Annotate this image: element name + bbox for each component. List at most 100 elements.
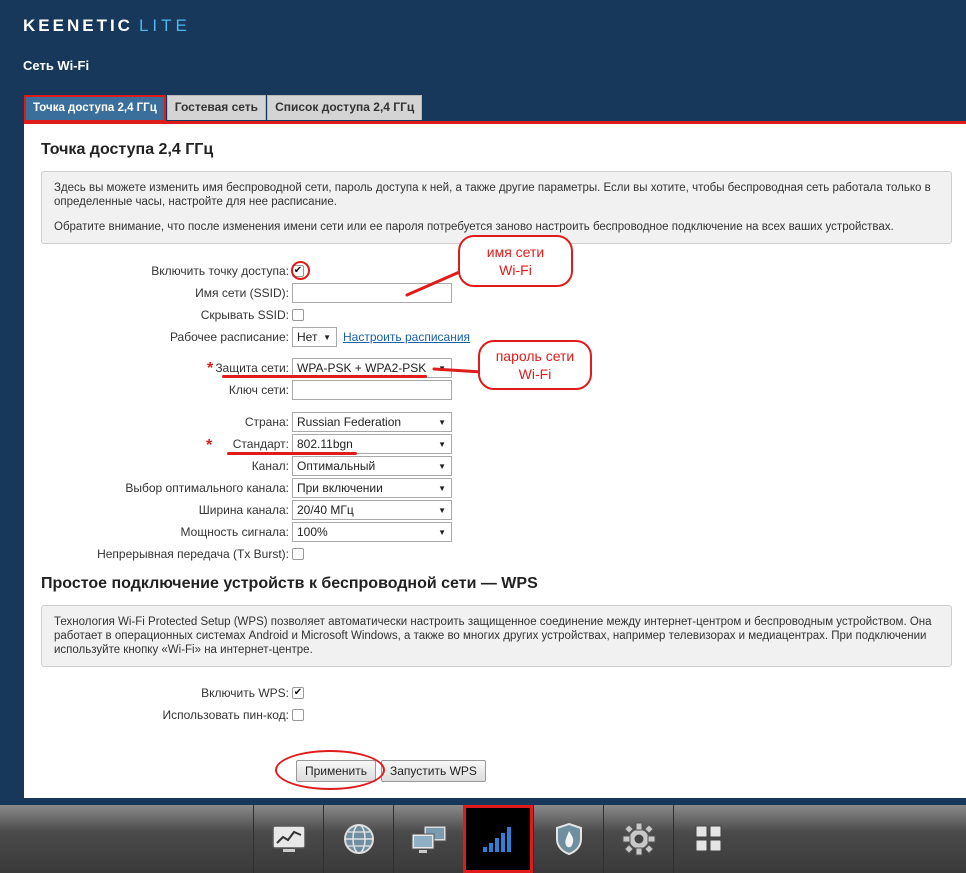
channel-select[interactable]: Оптимальный ▼ [292, 456, 452, 476]
section-heading-ap: Точка доступа 2,4 ГГц [41, 141, 214, 158]
tab-guest-network[interactable]: Гостевая сеть [166, 95, 267, 120]
power-value: 100% [297, 525, 328, 539]
bandwidth-select[interactable]: 20/40 МГц ▼ [292, 500, 452, 520]
tab-access-point-2-4[interactable]: Точка доступа 2,4 ГГц [24, 95, 166, 122]
ap-info-text-1: Здесь вы можете изменить имя беспроводно… [54, 182, 931, 208]
dock-item-monitor[interactable] [253, 805, 323, 873]
optimal-channel-value: При включении [297, 481, 383, 495]
ssid-callout: имя сети Wi-Fi [458, 235, 573, 287]
schedule-label: Рабочее расписание: [169, 330, 289, 344]
dropdown-arrow-icon: ▼ [438, 363, 446, 373]
dropdown-arrow-icon: ▼ [438, 461, 446, 471]
bandwidth-label: Ширина канала: [198, 503, 289, 517]
optimal-channel-label: Выбор оптимального канала: [125, 481, 289, 495]
channel-value: Оптимальный [297, 459, 376, 473]
dock-item-system[interactable] [603, 805, 673, 873]
enable-wps-label: Включить WPS: [201, 686, 289, 700]
standard-value: 802.11bgn [297, 437, 353, 451]
row-enable-wps: Включить WPS: ✔ [24, 683, 304, 703]
tx-burst-label: Непрерывная передача (Tx Burst): [97, 547, 289, 561]
country-value: Russian Federation [297, 415, 402, 429]
standard-select[interactable]: 802.11bgn ▼ [292, 434, 452, 454]
dock-item-wifi[interactable] [463, 805, 533, 873]
gear-icon [622, 822, 655, 856]
row-channel: Канал: Оптимальный ▼ [24, 456, 452, 476]
dropdown-arrow-icon: ▼ [438, 483, 446, 493]
bottom-dock [0, 805, 966, 873]
dock-item-internet[interactable] [323, 805, 393, 873]
ap-info-text-2: Обратите внимание, что после изменения и… [54, 221, 894, 233]
wifi-signal-icon [483, 827, 511, 852]
row-use-pin: Использовать пин-код: [24, 705, 304, 725]
row-schedule: Рабочее расписание: Нет ▼ Настроить распи… [24, 327, 470, 347]
key-callout: пароль сети Wi-Fi [478, 340, 592, 390]
dock-item-home-network[interactable] [393, 805, 463, 873]
hide-ssid-checkbox[interactable] [292, 309, 304, 321]
row-standard: Стандарт: 802.11bgn ▼ [24, 434, 452, 454]
brand-model: LITE [138, 16, 191, 35]
dropdown-arrow-icon: ▼ [438, 439, 446, 449]
row-tx-burst: Непрерывная передача (Tx Burst): [24, 544, 304, 564]
security-value: WPA-PSK + WPA2-PSK [297, 361, 427, 375]
use-pin-label: Использовать пин-код: [162, 708, 289, 722]
network-key-input[interactable] [292, 380, 452, 400]
dock-item-apps[interactable] [673, 805, 743, 873]
row-bandwidth: Ширина канала: 20/40 МГц ▼ [24, 500, 452, 520]
dropdown-arrow-icon: ▼ [438, 417, 446, 427]
row-enable-ap: Включить точку доступа: ✔ [24, 261, 304, 281]
brand-name: KEENETIC [23, 16, 133, 35]
page-title: Сеть Wi-Fi [23, 58, 90, 73]
ap-info-box: Здесь вы можете изменить имя беспроводно… [41, 171, 952, 244]
row-optimal-channel: Выбор оптимального канала: При включении… [24, 478, 452, 498]
ssid-callout-line2: Wi-Fi [499, 262, 532, 278]
wps-info-box: Технология Wi-Fi Protected Setup (WPS) п… [41, 605, 952, 667]
power-label: Мощность сигнала: [180, 525, 289, 539]
row-country: Страна: Russian Federation ▼ [24, 412, 452, 432]
dropdown-arrow-icon: ▼ [323, 332, 331, 342]
section-heading-wps: Простое подключение устройств к беспрово… [41, 575, 538, 592]
use-pin-checkbox[interactable] [292, 709, 304, 721]
settings-panel: Точка доступа 2,4 ГГц Здесь вы можете из… [24, 124, 966, 798]
dropdown-arrow-icon: ▼ [438, 527, 446, 537]
tx-burst-checkbox[interactable] [292, 548, 304, 560]
channel-label: Канал: [251, 459, 289, 473]
bandwidth-value: 20/40 МГц [297, 503, 354, 517]
key-callout-line2: Wi-Fi [518, 366, 552, 382]
tab-access-list-2-4[interactable]: Список доступа 2,4 ГГц [267, 95, 423, 120]
security-label: Защита сети: [215, 361, 289, 375]
enable-wps-checkbox[interactable]: ✔ [292, 687, 304, 699]
standard-label: Стандарт: [232, 437, 289, 451]
power-select[interactable]: 100% ▼ [292, 522, 452, 542]
schedule-select[interactable]: Нет ▼ [292, 327, 337, 347]
row-power: Мощность сигнала: 100% ▼ [24, 522, 452, 542]
hide-ssid-label: Скрывать SSID: [200, 308, 289, 322]
ssid-callout-line1: имя сети [486, 244, 545, 260]
row-ssid: Имя сети (SSID): [24, 283, 452, 303]
standard-underline-annotation [227, 452, 357, 455]
configure-schedules-link[interactable]: Настроить расписания [343, 330, 470, 344]
wps-info-text: Технология Wi-Fi Protected Setup (WPS) п… [54, 616, 932, 656]
tab-bar: Точка доступа 2,4 ГГц Гостевая сеть Спис… [24, 95, 423, 122]
enable-ap-highlight-ring [291, 261, 310, 280]
country-label: Страна: [244, 415, 289, 429]
ssid-input[interactable] [292, 283, 452, 303]
country-select[interactable]: Russian Federation ▼ [292, 412, 452, 432]
shield-icon [555, 822, 582, 856]
schedule-value: Нет [297, 330, 318, 344]
optimal-channel-select[interactable]: При включении ▼ [292, 478, 452, 498]
start-wps-button[interactable]: Запустить WPS [381, 760, 486, 782]
dropdown-arrow-icon: ▼ [438, 505, 446, 515]
dock-item-security[interactable] [533, 805, 603, 873]
computers-icon [411, 825, 446, 853]
enable-ap-label: Включить точку доступа: [151, 264, 289, 278]
apps-grid-icon [695, 825, 721, 852]
brand-logo: KEENETIC LITE [23, 16, 191, 36]
ssid-label: Имя сети (SSID): [195, 286, 289, 300]
globe-icon [343, 824, 374, 854]
security-underline-annotation [222, 375, 427, 378]
monitor-chart-icon [271, 825, 306, 852]
apply-highlight-ring [275, 750, 385, 790]
key-callout-line1: пароль сети [495, 348, 575, 364]
row-hide-ssid: Скрывать SSID: [24, 305, 304, 325]
row-key: Ключ сети: [24, 380, 452, 400]
